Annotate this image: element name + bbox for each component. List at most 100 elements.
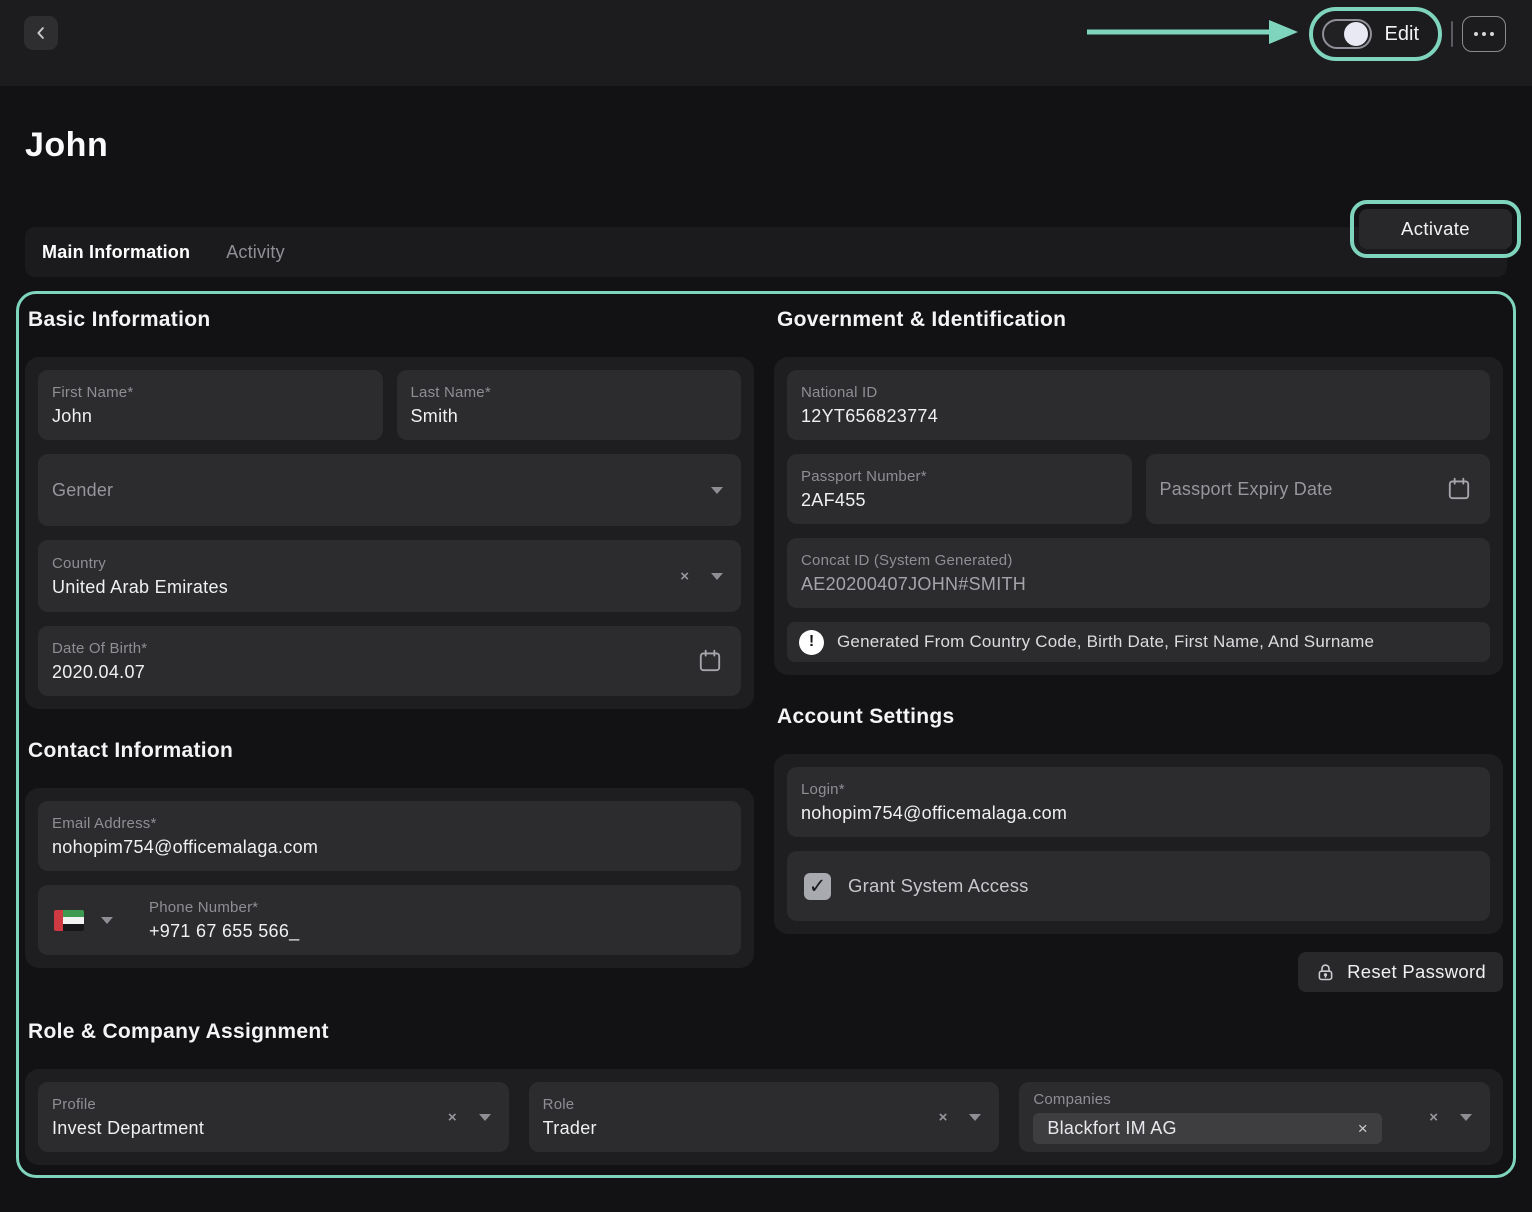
reset-password-row: Reset Password — [774, 952, 1503, 992]
chevron-down-icon[interactable] — [711, 487, 723, 494]
chevron-down-icon[interactable] — [711, 573, 723, 580]
date-of-birth-field[interactable]: Date Of Birth* 2020.04.07 — [38, 626, 741, 696]
activate-annotation: Activate — [1350, 200, 1521, 258]
phone-value: +971 67 655 566_ — [149, 921, 727, 942]
passport-number-field[interactable]: Passport Number* 2AF455 — [787, 454, 1132, 524]
phone-label: Phone Number* — [149, 899, 727, 916]
passport-number-value: 2AF455 — [801, 490, 1118, 511]
chevron-down-icon[interactable] — [101, 917, 113, 924]
edit-toggle-label: Edit — [1385, 23, 1419, 46]
gender-select[interactable]: Gender — [38, 454, 741, 526]
email-value: nohopim754@officemalaga.com — [52, 837, 727, 858]
chevron-left-icon — [32, 24, 50, 42]
passport-expiry-field[interactable]: Passport Expiry Date — [1146, 454, 1491, 524]
role-company-section: Role & Company Assignment Profile Invest… — [25, 992, 1503, 1165]
government-identification-group: National ID 12YT656823774 Passport Numbe… — [774, 357, 1503, 675]
role-company-title: Role & Company Assignment — [28, 1020, 1503, 1044]
role-value: Trader — [543, 1118, 939, 1139]
concat-id-value: AE20200407JOHN#SMITH — [801, 574, 1476, 595]
contact-information-title: Contact Information — [28, 739, 754, 763]
login-label: Login* — [801, 781, 1476, 798]
basic-information-group: First Name* John Last Name* Smith Gender — [25, 357, 754, 709]
edit-toggle[interactable] — [1322, 19, 1372, 49]
companies-select[interactable]: Companies Blackfort IM AG × × — [1019, 1082, 1490, 1152]
checkmark-icon: ✓ — [809, 874, 827, 899]
clear-role-icon[interactable]: × — [939, 1110, 948, 1125]
toggle-knob — [1344, 22, 1368, 46]
clear-country-icon[interactable]: × — [680, 569, 689, 584]
back-button[interactable] — [24, 16, 58, 50]
exclamation-icon: ! — [799, 630, 824, 655]
national-id-field[interactable]: National ID 12YT656823774 — [787, 370, 1490, 440]
country-select[interactable]: Country United Arab Emirates × — [38, 540, 741, 612]
chevron-down-icon[interactable] — [1460, 1114, 1472, 1121]
more-options-button[interactable] — [1462, 16, 1506, 52]
profile-select[interactable]: Profile Invest Department × — [38, 1082, 509, 1152]
companies-label: Companies — [1033, 1091, 1429, 1108]
reset-password-button[interactable]: Reset Password — [1298, 952, 1503, 992]
uae-flag-icon — [54, 910, 84, 931]
right-column: Government & Identification National ID … — [774, 298, 1503, 992]
first-name-value: John — [52, 406, 369, 427]
last-name-field[interactable]: Last Name* Smith — [397, 370, 742, 440]
national-id-label: National ID — [801, 384, 1476, 401]
passport-number-label: Passport Number* — [801, 468, 1118, 485]
tab-main-information[interactable]: Main Information — [42, 242, 190, 263]
main-information-panel: Basic Information First Name* John Last … — [16, 291, 1516, 1178]
basic-information-title: Basic Information — [28, 308, 754, 332]
clear-companies-icon[interactable]: × — [1429, 1110, 1438, 1125]
edit-toggle-annotation: Edit — [1309, 7, 1442, 61]
chevron-down-icon[interactable] — [479, 1114, 491, 1121]
date-of-birth-label: Date Of Birth* — [52, 640, 697, 657]
country-label: Country — [52, 555, 680, 572]
first-name-label: First Name* — [52, 384, 369, 401]
calendar-icon[interactable] — [1446, 476, 1472, 502]
email-label: Email Address* — [52, 815, 727, 832]
calendar-icon[interactable] — [697, 648, 723, 674]
national-id-value: 12YT656823774 — [801, 406, 1476, 427]
account-settings-title: Account Settings — [777, 705, 1503, 729]
annotation-arrow-icon — [1085, 15, 1300, 54]
top-bar: Edit — [0, 0, 1532, 86]
phone-field[interactable]: Phone Number* +971 67 655 566_ — [38, 885, 741, 955]
header-divider — [1451, 21, 1453, 47]
lock-icon — [1315, 962, 1336, 983]
ellipsis-icon — [1474, 32, 1478, 36]
chevron-down-icon[interactable] — [969, 1114, 981, 1121]
role-company-group: Profile Invest Department × Role Trader — [25, 1069, 1503, 1165]
grant-access-checkbox[interactable]: ✓ — [804, 873, 831, 900]
concat-id-label: Concat ID (System Generated) — [801, 552, 1476, 569]
phone-country-selector[interactable] — [54, 910, 113, 931]
tab-bar: Main Information Activity — [25, 227, 1507, 277]
role-select[interactable]: Role Trader × — [529, 1082, 1000, 1152]
remove-company-icon[interactable]: × — [1358, 1120, 1368, 1137]
reset-password-label: Reset Password — [1347, 961, 1486, 983]
profile-value: Invest Department — [52, 1118, 448, 1139]
country-value: United Arab Emirates — [52, 577, 680, 598]
profile-label: Profile — [52, 1096, 448, 1113]
left-column: Basic Information First Name* John Last … — [25, 298, 754, 992]
concat-id-note: ! Generated From Country Code, Birth Dat… — [787, 622, 1490, 662]
role-label: Role — [543, 1096, 939, 1113]
gender-label: Gender — [52, 480, 113, 500]
company-chip: Blackfort IM AG × — [1033, 1113, 1381, 1144]
date-of-birth-value: 2020.04.07 — [52, 662, 697, 683]
concat-id-field: Concat ID (System Generated) AE20200407J… — [787, 538, 1490, 608]
login-field[interactable]: Login* nohopim754@officemalaga.com — [787, 767, 1490, 837]
concat-id-note-text: Generated From Country Code, Birth Date,… — [837, 632, 1374, 652]
activate-button[interactable]: Activate — [1359, 209, 1512, 249]
last-name-label: Last Name* — [411, 384, 728, 401]
page-title: John — [25, 126, 1507, 165]
last-name-value: Smith — [411, 406, 728, 427]
user-profile-content: John Activate Main Information Activity … — [0, 126, 1532, 1178]
tab-activity[interactable]: Activity — [226, 242, 285, 263]
passport-expiry-label: Passport Expiry Date — [1160, 479, 1333, 499]
company-chip-name: Blackfort IM AG — [1047, 1118, 1177, 1139]
login-value: nohopim754@officemalaga.com — [801, 803, 1476, 824]
email-field[interactable]: Email Address* nohopim754@officemalaga.c… — [38, 801, 741, 871]
clear-profile-icon[interactable]: × — [448, 1110, 457, 1125]
first-name-field[interactable]: First Name* John — [38, 370, 383, 440]
account-settings-group: Login* nohopim754@officemalaga.com ✓ Gra… — [774, 754, 1503, 934]
grant-system-access-row[interactable]: ✓ Grant System Access — [787, 851, 1490, 921]
grant-access-label: Grant System Access — [848, 875, 1029, 897]
